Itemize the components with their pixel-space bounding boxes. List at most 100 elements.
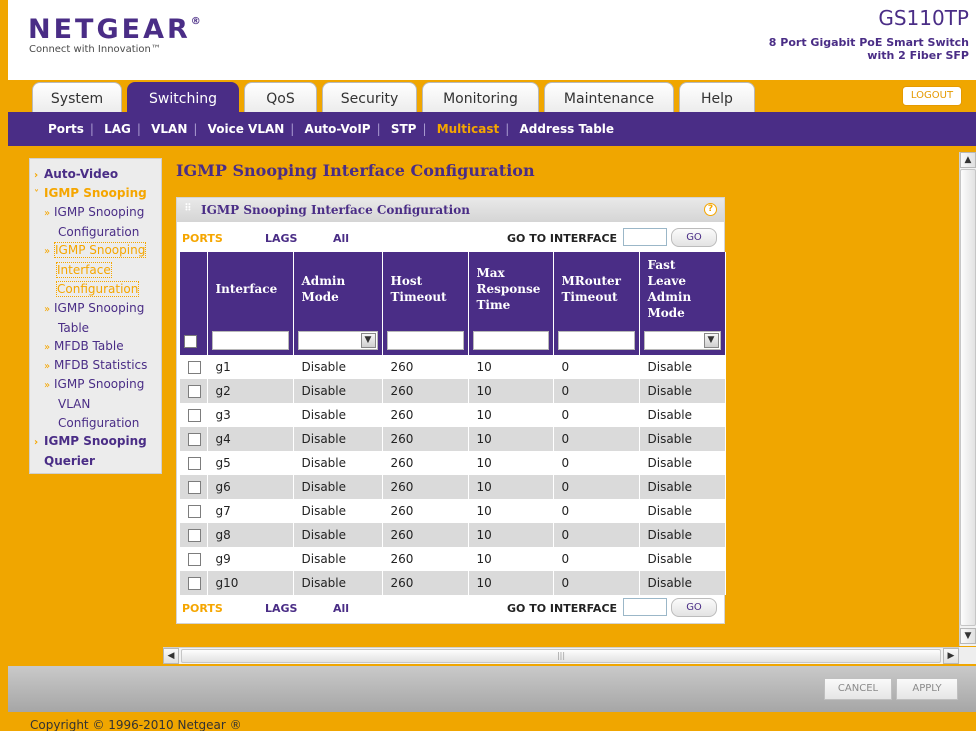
subnav-lag[interactable]: LAG bbox=[104, 122, 131, 136]
select-all-checkbox[interactable] bbox=[184, 334, 197, 348]
scroll-corner bbox=[959, 647, 976, 664]
horizontal-scrollbar[interactable]: ◀ ||| ▶ bbox=[163, 647, 959, 664]
lags-link[interactable]: LAGS bbox=[265, 232, 297, 245]
table-row[interactable]: g2 Disable 260 10 0 Disable bbox=[180, 379, 726, 403]
row-checkbox[interactable] bbox=[188, 553, 201, 566]
row-checkbox[interactable] bbox=[188, 457, 201, 470]
apply-button[interactable]: APPLY bbox=[896, 678, 958, 700]
scroll-thumb[interactable] bbox=[960, 169, 976, 626]
ports-link[interactable]: PORTS bbox=[182, 232, 223, 245]
row-checkbox[interactable] bbox=[188, 481, 201, 494]
row-checkbox[interactable] bbox=[188, 577, 201, 590]
menu-igmp-snooping-interface-configuration[interactable]: » IGMP Snooping Interface Configuration bbox=[44, 241, 147, 299]
row-checkbox[interactable] bbox=[188, 433, 201, 446]
table-row[interactable]: g3 Disable 260 10 0 Disable bbox=[180, 403, 726, 427]
copyright: Copyright © 1996-2010 Netgear ® bbox=[30, 718, 242, 731]
action-bar: CANCEL APPLY bbox=[8, 666, 976, 712]
panel-header: ⠿ IGMP Snooping Interface Configuration … bbox=[177, 198, 724, 222]
max-response-time-input[interactable] bbox=[472, 331, 549, 350]
subnav-address-table[interactable]: Address Table bbox=[519, 122, 614, 136]
chevron-down-icon: ˅ bbox=[34, 189, 39, 200]
table-row[interactable]: g10 Disable 260 10 0 Disable bbox=[180, 571, 726, 595]
edit-row: ▼ ▼ bbox=[180, 326, 726, 355]
scroll-up-icon[interactable]: ▲ bbox=[960, 152, 976, 168]
top-link-bar: PORTS LAGS All GO TO INTERFACE GO bbox=[177, 224, 724, 252]
tab-monitoring[interactable]: Monitoring bbox=[422, 82, 539, 112]
tab-switching[interactable]: Switching bbox=[127, 82, 239, 112]
help-icon[interactable]: ? bbox=[704, 203, 717, 216]
row-checkbox[interactable] bbox=[188, 361, 201, 374]
scroll-thumb[interactable]: ||| bbox=[181, 649, 941, 663]
lags-link[interactable]: LAGS bbox=[265, 602, 297, 615]
fast-leave-select[interactable]: ▼ bbox=[643, 331, 721, 350]
menu-auto-video[interactable]: › Auto-Video bbox=[34, 165, 118, 185]
table-row[interactable]: g1 Disable 260 10 0 Disable bbox=[180, 355, 726, 379]
table-row[interactable]: g9 Disable 260 10 0 Disable bbox=[180, 547, 726, 571]
subnav-auto-voip[interactable]: Auto-VoIP bbox=[305, 122, 371, 136]
scroll-right-icon[interactable]: ▶ bbox=[943, 648, 959, 664]
row-checkbox[interactable] bbox=[188, 505, 201, 518]
tab-help[interactable]: Help bbox=[679, 82, 755, 112]
all-link[interactable]: All bbox=[333, 232, 349, 245]
goto-interface-label: GO TO INTERFACE bbox=[507, 602, 618, 615]
netgear-logo: NETGEAR® bbox=[28, 14, 201, 45]
ports-link[interactable]: PORTS bbox=[182, 602, 223, 615]
scroll-down-icon[interactable]: ▼ bbox=[960, 628, 976, 644]
subnav-multicast[interactable]: Multicast bbox=[437, 122, 500, 136]
tab-qos[interactable]: QoS bbox=[244, 82, 317, 112]
goto-interface-input[interactable] bbox=[623, 598, 667, 616]
tab-security[interactable]: Security bbox=[322, 82, 417, 112]
interface-table: Interface Admin Mode Host Timeout Max Re… bbox=[180, 252, 726, 595]
menu-igmp-snooping-vlan-configuration[interactable]: » IGMP Snooping VLAN Configuration bbox=[44, 375, 144, 433]
table-row[interactable]: g8 Disable 260 10 0 Disable bbox=[180, 523, 726, 547]
subnav-ports[interactable]: Ports bbox=[48, 122, 84, 136]
row-checkbox[interactable] bbox=[188, 529, 201, 542]
table-row[interactable]: g7 Disable 260 10 0 Disable bbox=[180, 499, 726, 523]
row-checkbox[interactable] bbox=[188, 409, 201, 422]
logout-button[interactable]: LOGOUT bbox=[902, 86, 962, 106]
column-header-host-timeout: Host Timeout bbox=[382, 252, 469, 326]
double-chevron-icon: » bbox=[44, 304, 51, 315]
subnav-voice-vlan[interactable]: Voice VLAN bbox=[208, 122, 285, 136]
tab-maintenance[interactable]: Maintenance bbox=[544, 82, 674, 112]
go-button[interactable]: GO bbox=[671, 228, 717, 247]
bottom-link-bar: PORTS LAGS All GO TO INTERFACE GO bbox=[177, 594, 724, 622]
tagline: Connect with Innovation™ bbox=[29, 44, 161, 55]
menu-igmp-snooping[interactable]: ˅ IGMP Snooping bbox=[34, 184, 147, 204]
subnav-vlan[interactable]: VLAN bbox=[151, 122, 187, 136]
menu-mfdb-statistics[interactable]: » MFDB Statistics bbox=[44, 356, 147, 376]
scroll-left-icon[interactable]: ◀ bbox=[163, 648, 179, 664]
vertical-scrollbar[interactable]: ▲ ▼ bbox=[959, 152, 976, 646]
admin-mode-select[interactable]: ▼ bbox=[297, 331, 378, 350]
subnav-stp[interactable]: STP bbox=[391, 122, 417, 136]
all-link[interactable]: All bbox=[333, 602, 349, 615]
menu-igmp-snooping-querier[interactable]: › IGMP Snooping Querier bbox=[34, 432, 147, 471]
left-menu: › Auto-Video ˅ IGMP Snooping » IGMP Snoopin… bbox=[29, 158, 162, 474]
mrouter-timeout-input[interactable] bbox=[557, 331, 635, 350]
row-checkbox[interactable] bbox=[188, 385, 201, 398]
go-button[interactable]: GO bbox=[671, 598, 717, 617]
column-header-admin-mode: Admin Mode bbox=[293, 252, 383, 326]
column-header-fast-leave-admin-mode: Fast Leave Admin Mode bbox=[639, 252, 726, 326]
table-row[interactable]: g6 Disable 260 10 0 Disable bbox=[180, 475, 726, 499]
chevron-right-icon: › bbox=[34, 170, 39, 181]
header: NETGEAR® Connect with Innovation™ GS110T… bbox=[8, 0, 976, 80]
table-row[interactable]: g5 Disable 260 10 0 Disable bbox=[180, 451, 726, 475]
double-chevron-icon: » bbox=[44, 361, 51, 372]
chevron-down-icon: ▼ bbox=[360, 333, 376, 348]
interface-input[interactable] bbox=[211, 331, 289, 350]
menu-igmp-snooping-table[interactable]: » IGMP Snooping Table bbox=[44, 299, 144, 338]
cancel-button[interactable]: CANCEL bbox=[824, 678, 892, 700]
tab-system[interactable]: System bbox=[32, 82, 122, 112]
model-description: 8 Port Gigabit PoE Smart Switch with 2 F… bbox=[768, 36, 969, 62]
sub-navigation: Ports | LAG | VLAN | Voice VLAN | Auto-VoIP |… bbox=[8, 112, 976, 146]
double-chevron-icon: » bbox=[44, 380, 51, 391]
host-timeout-input[interactable] bbox=[386, 331, 464, 350]
page-title: IGMP Snooping Interface Configuration bbox=[176, 161, 535, 180]
left-border bbox=[0, 0, 8, 731]
menu-mfdb-table[interactable]: » MFDB Table bbox=[44, 337, 124, 357]
model-name: GS110TP bbox=[878, 6, 969, 30]
menu-igmp-snooping-configuration[interactable]: » IGMP Snooping Configuration bbox=[44, 203, 144, 242]
goto-interface-input[interactable] bbox=[623, 228, 667, 246]
table-row[interactable]: g4 Disable 260 10 0 Disable bbox=[180, 427, 726, 451]
